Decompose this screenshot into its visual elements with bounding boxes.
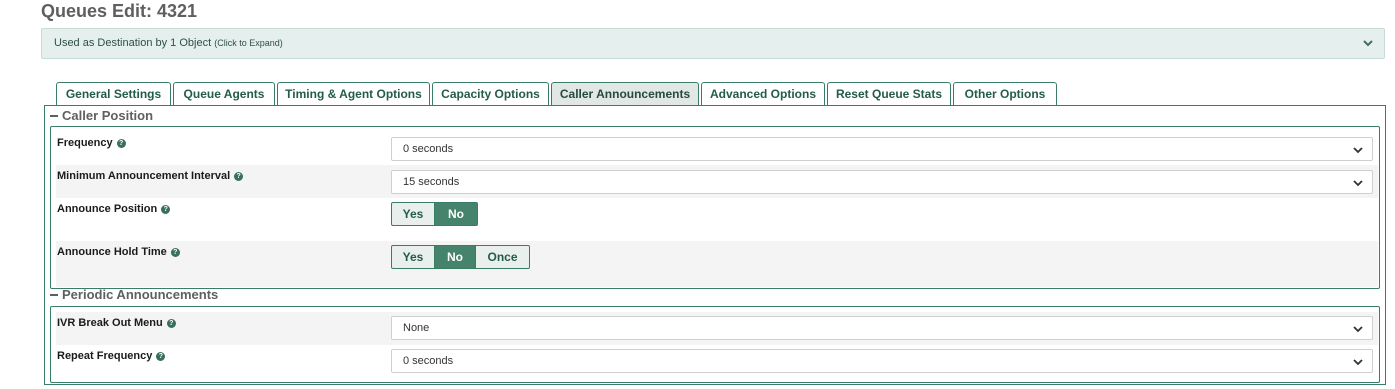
chevron-down-icon	[1353, 326, 1363, 333]
section-periodic-announcements[interactable]: Periodic Announcements	[50, 287, 218, 302]
destination-banner[interactable]: Used as Destination by 1 Object (Click t…	[41, 28, 1385, 59]
page-title: Queues Edit: 4321	[41, 1, 198, 21]
repeat-frequency-value: 0 seconds	[403, 355, 454, 367]
chevron-down-icon	[1353, 147, 1363, 154]
frequency-select[interactable]: 0 seconds	[391, 137, 1373, 161]
question-icon[interactable]: ?	[161, 205, 171, 214]
announce-hold-time-row: Announce Hold Time?	[56, 241, 1378, 287]
expand-hint: (Click to Expand)	[214, 38, 283, 48]
chevron-down-icon	[1353, 359, 1363, 366]
announce-position-row: Announce Position?	[56, 198, 1378, 241]
min-interval-value: 15 seconds	[403, 176, 460, 188]
section-caller-position[interactable]: Caller Position	[50, 108, 153, 123]
question-icon[interactable]: ?	[116, 139, 126, 148]
collapse-icon	[50, 114, 58, 117]
announce-hold-no[interactable]: No	[435, 245, 476, 269]
announce-position-label: Announce Position?	[57, 203, 171, 215]
frequency-label: Frequency?	[57, 137, 126, 149]
min-interval-label: Minimum Announcement Interval?	[57, 170, 244, 182]
announce-hold-once[interactable]: Once	[476, 245, 530, 269]
destination-label: Used as Destination by 1 Object	[54, 37, 212, 49]
ivr-menu-select[interactable]: None	[391, 316, 1373, 340]
tab-advanced-options[interactable]: Advanced Options	[701, 82, 825, 105]
destination-text: Used as Destination by 1 Object (Click t…	[54, 37, 283, 49]
announce-hold-time-toggle: Yes No Once	[391, 245, 530, 269]
announce-position-label-text: Announce Position	[57, 203, 158, 215]
announce-hold-yes[interactable]: Yes	[391, 245, 435, 269]
tab-queue-agents[interactable]: Queue Agents	[173, 82, 275, 105]
frequency-value: 0 seconds	[403, 143, 454, 155]
tab-reset-queue-stats[interactable]: Reset Queue Stats	[827, 82, 951, 105]
announce-position-no[interactable]: No	[435, 202, 478, 226]
ivr-menu-label: IVR Break Out Menu?	[57, 317, 176, 329]
frequency-label-text: Frequency	[57, 137, 113, 149]
tab-timing-agent-options[interactable]: Timing & Agent Options	[277, 82, 430, 105]
repeat-frequency-label: Repeat Frequency?	[57, 350, 166, 362]
chevron-down-icon	[1353, 180, 1363, 187]
repeat-frequency-select[interactable]: 0 seconds	[391, 349, 1373, 373]
tab-caller-announcements[interactable]: Caller Announcements	[551, 82, 699, 105]
section-heading: Caller Position	[62, 108, 154, 123]
ivr-menu-value: None	[403, 322, 430, 334]
question-icon[interactable]: ?	[234, 172, 244, 181]
tab-other-options[interactable]: Other Options	[953, 82, 1057, 105]
collapse-icon	[50, 293, 58, 296]
announce-hold-time-label-text: Announce Hold Time	[57, 246, 167, 258]
announce-position-toggle: Yes No	[391, 202, 478, 226]
announce-hold-time-label: Announce Hold Time?	[57, 246, 180, 258]
announce-position-yes[interactable]: Yes	[391, 202, 435, 226]
section-heading: Periodic Announcements	[62, 287, 219, 302]
chevron-down-icon[interactable]	[1362, 37, 1374, 49]
ivr-menu-label-text: IVR Break Out Menu	[57, 317, 163, 329]
question-icon[interactable]: ?	[156, 352, 166, 361]
min-interval-select[interactable]: 15 seconds	[391, 170, 1373, 194]
question-icon[interactable]: ?	[166, 319, 176, 328]
question-icon[interactable]: ?	[170, 248, 180, 257]
min-interval-label-text: Minimum Announcement Interval	[57, 170, 231, 182]
tab-general-settings[interactable]: General Settings	[56, 82, 171, 105]
tab-capacity-options[interactable]: Capacity Options	[432, 82, 549, 105]
repeat-frequency-label-text: Repeat Frequency	[57, 350, 153, 362]
